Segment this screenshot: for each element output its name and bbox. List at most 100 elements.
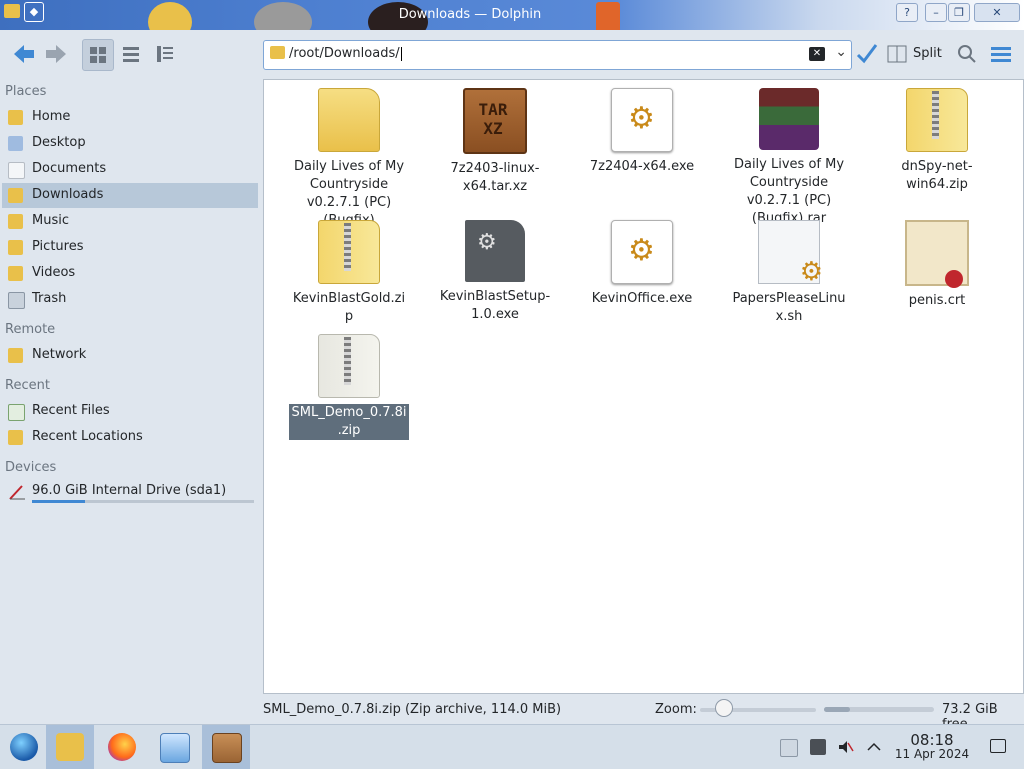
recent-files-icon <box>8 404 25 421</box>
sidebar-item-music[interactable]: Music <box>2 209 258 234</box>
executable-icon <box>465 220 525 282</box>
sidebar-item-downloads[interactable]: Downloads <box>2 183 258 208</box>
music-folder-icon <box>8 214 23 229</box>
split-view-icon <box>887 45 907 63</box>
file-item[interactable]: Daily Lives of My Countryside v0.2.7.1 (… <box>289 88 409 230</box>
firefox-icon <box>108 733 136 761</box>
ark-archive-icon <box>212 733 242 763</box>
taskbar-system-settings[interactable] <box>150 725 198 769</box>
sidebar-item-home[interactable]: Home <box>2 105 258 130</box>
hamburger-menu-button[interactable] <box>986 39 1016 69</box>
arrow-right-icon <box>46 45 66 63</box>
search-button[interactable] <box>952 39 982 69</box>
sidebar-item-network[interactable]: Network <box>2 343 258 368</box>
sidebar-item-videos[interactable]: Videos <box>2 261 258 286</box>
exe-icon <box>611 220 673 284</box>
taskbar <box>0 724 1024 769</box>
home-folder-icon <box>8 110 23 125</box>
sidebar-item-documents[interactable]: Documents <box>2 157 258 182</box>
pictures-folder-icon <box>8 240 23 255</box>
details-view-icon <box>157 46 173 62</box>
clipboard-tray-icon[interactable] <box>780 739 798 757</box>
section-header-remote: Remote <box>5 322 56 337</box>
system-settings-icon <box>160 733 190 763</box>
shell-script-icon <box>758 220 823 287</box>
section-header-places: Places <box>5 84 47 99</box>
clear-text-icon[interactable]: ✕ <box>809 47 825 61</box>
sidebar-item-recent-files[interactable]: Recent Files <box>2 399 258 424</box>
icons-view-button[interactable] <box>82 39 114 71</box>
rar-archive-icon <box>759 88 819 150</box>
section-header-devices: Devices <box>5 460 57 475</box>
title-bar[interactable]: ◆ Downloads — Dolphin ? – ❐ ✕ <box>0 0 1024 30</box>
location-bar[interactable]: /root/Downloads/ ✕ ⌄ <box>263 40 852 70</box>
zip-archive-icon <box>318 334 380 398</box>
taskbar-firefox[interactable] <box>98 725 146 769</box>
location-input[interactable]: /root/Downloads/ <box>289 46 402 61</box>
status-selection-text: SML_Demo_0.7.8i.zip (Zip archive, 114.0 … <box>263 702 562 717</box>
sidebar-item-desktop[interactable]: Desktop <box>2 131 258 156</box>
file-view[interactable]: Daily Lives of My Countryside v0.2.7.1 (… <box>263 79 1024 694</box>
window-title: Downloads — Dolphin <box>398 7 542 22</box>
close-button[interactable]: ✕ <box>974 3 1020 22</box>
help-button[interactable]: ? <box>896 3 918 22</box>
file-item[interactable]: penis.crt <box>877 220 997 310</box>
zip-archive-icon <box>318 220 380 284</box>
section-header-recent: Recent <box>5 378 50 393</box>
tar-icon-text: TAR XZ <box>478 100 508 138</box>
file-item[interactable]: dnSpy-net-win64.zip <box>877 88 997 194</box>
folder-icon <box>270 46 285 59</box>
show-desktop-icon[interactable] <box>990 739 1006 753</box>
network-folder-icon <box>8 348 23 363</box>
chevron-up-icon[interactable] <box>866 739 882 755</box>
sidebar-item-trash[interactable]: Trash <box>2 287 258 312</box>
hamburger-menu-icon <box>991 47 1011 62</box>
start-menu-button[interactable] <box>0 725 48 769</box>
videos-folder-icon <box>8 266 23 281</box>
forward-button[interactable] <box>42 39 72 69</box>
chevron-down-icon[interactable]: ⌄ <box>835 44 847 60</box>
icons-view-icon <box>90 47 106 63</box>
search-icon <box>958 45 976 63</box>
free-space-bar <box>824 707 934 712</box>
volume-muted-icon[interactable] <box>838 739 854 755</box>
sidebar-item-recent-locations[interactable]: Recent Locations <box>2 425 258 450</box>
folder-icon <box>318 88 380 152</box>
split-label[interactable]: Split <box>913 46 942 61</box>
compact-view-button[interactable] <box>116 39 146 69</box>
maximize-button[interactable]: ❐ <box>948 3 970 22</box>
sidebar-item-pictures[interactable]: Pictures <box>2 235 258 260</box>
trash-icon <box>8 292 25 309</box>
documents-icon <box>8 162 25 179</box>
taskbar-ark[interactable] <box>202 725 250 769</box>
downloads-folder-icon <box>8 188 23 203</box>
checkmark-icon <box>856 44 878 64</box>
compact-view-icon <box>123 47 139 62</box>
file-item[interactable]: PapersPleaseLinux.sh <box>729 220 849 326</box>
start-menu-icon <box>10 733 38 761</box>
certificate-icon <box>905 220 969 288</box>
desktop-folder-icon <box>8 136 23 151</box>
recent-locations-icon <box>8 430 23 445</box>
file-item-selected[interactable]: SML_Demo_0.7.8i.zip <box>289 334 409 440</box>
file-item[interactable]: 7z2404-x64.exe <box>582 88 702 176</box>
drive-capacity-fill <box>32 500 86 503</box>
tar-xz-archive-icon: TAR XZ <box>463 88 527 154</box>
zoom-label: Zoom: <box>655 702 697 717</box>
drive-capacity-bar <box>32 500 254 503</box>
back-button[interactable] <box>8 39 38 69</box>
file-item[interactable]: Daily Lives of My Countryside v0.2.7.1 (… <box>729 88 849 228</box>
file-item[interactable]: KevinBlastSetup-1.0.exe <box>435 220 555 324</box>
zip-archive-icon <box>906 88 968 152</box>
hard-drive-icon <box>8 484 25 500</box>
file-item[interactable]: KevinOffice.exe <box>582 220 702 308</box>
details-view-button[interactable] <box>150 39 180 69</box>
confirm-location-button[interactable] <box>852 39 882 69</box>
taskbar-file-manager[interactable] <box>46 725 94 769</box>
minimize-button[interactable]: – <box>925 3 947 22</box>
clock-date[interactable]: 11 Apr 2024 <box>890 747 974 761</box>
file-item[interactable]: KevinBlastGold.zip <box>289 220 409 326</box>
places-panel: Places Home Desktop Documents Downloads … <box>0 78 262 724</box>
file-item[interactable]: TAR XZ 7z2403-linux-x64.tar.xz <box>435 88 555 196</box>
notes-tray-icon[interactable] <box>810 739 826 755</box>
